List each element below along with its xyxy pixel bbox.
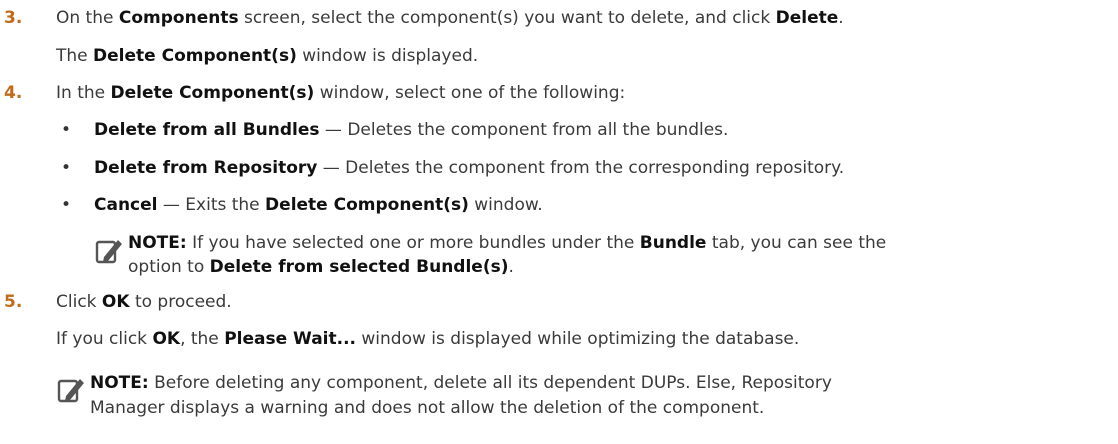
note-label: NOTE: (128, 233, 187, 253)
step-number: 5. (4, 292, 23, 312)
bullet-marker: • (61, 120, 72, 140)
bullet-marker: • (61, 195, 72, 215)
final-note-line-1: NOTE: Before deleting any component, del… (90, 373, 832, 393)
step-3-line-2: The Delete Component(s) window is displa… (56, 46, 479, 66)
list-item: Cancel — Exits the Delete Component(s) w… (94, 195, 543, 215)
list-item: Delete from Repository — Deletes the com… (94, 158, 845, 178)
note-label: NOTE: (90, 373, 149, 393)
note-pencil-icon (57, 379, 84, 403)
step-5-line-2: If you click OK, the Please Wait... wind… (56, 329, 800, 349)
note-line-1: NOTE: If you have selected one or more b… (128, 233, 887, 253)
bullet-marker: • (61, 158, 72, 178)
step-4-line-1: In the Delete Component(s) window, selec… (56, 83, 626, 103)
final-note-line-2: Manager displays a warning and does not … (90, 398, 765, 418)
list-item: Delete from all Bundles — Deletes the co… (94, 120, 729, 140)
note-line-2: option to Delete from selected Bundle(s)… (128, 257, 514, 277)
note-pencil-icon (95, 240, 122, 264)
delete-label: Delete (775, 8, 839, 28)
step-number: 4. (4, 83, 23, 103)
step-5-line-1: Click OK to proceed. (56, 292, 232, 312)
components-screen-label: Components (118, 8, 239, 28)
step-number: 3. (4, 8, 23, 28)
step-3-line-1: On the Components screen, select the com… (56, 8, 844, 28)
